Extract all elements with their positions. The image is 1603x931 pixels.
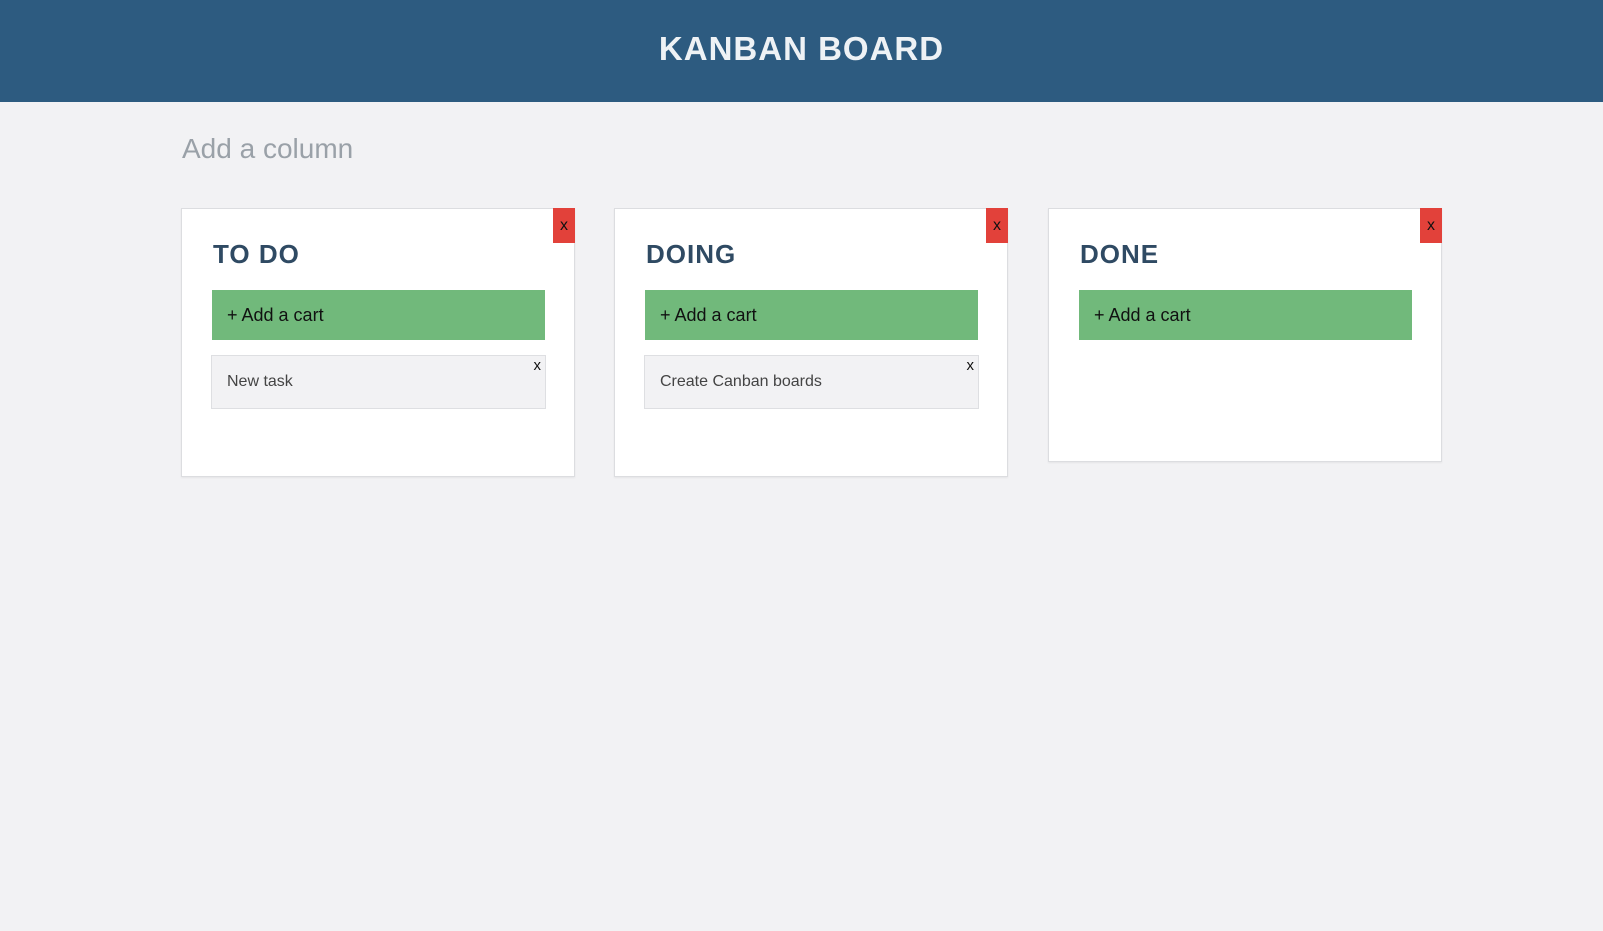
add-column-input[interactable]: [182, 133, 582, 165]
delete-card-button[interactable]: x: [967, 357, 975, 374]
app-header: KANBAN BOARD: [0, 0, 1603, 102]
column-title: TO DO: [213, 239, 300, 269]
delete-column-button[interactable]: x: [986, 208, 1008, 243]
add-card-button[interactable]: + Add a cart: [212, 290, 545, 340]
delete-column-button[interactable]: x: [1420, 208, 1442, 243]
delete-card-button[interactable]: x: [534, 357, 542, 374]
app-title: KANBAN BOARD: [658, 29, 945, 67]
column-todo: x TO DO + Add a cart New task x: [181, 208, 575, 477]
delete-column-button[interactable]: x: [553, 208, 575, 243]
card-text: Create Canban boards: [660, 373, 822, 390]
column-title: DONE: [1080, 239, 1160, 269]
column-doing: x DOING + Add a cart Create Canban board…: [614, 208, 1008, 477]
card-text: New task: [227, 373, 293, 390]
task-card[interactable]: New task x: [211, 355, 546, 409]
add-card-button[interactable]: + Add a cart: [1079, 290, 1412, 340]
task-card[interactable]: Create Canban boards x: [644, 355, 979, 409]
column-title: DOING: [646, 239, 737, 269]
column-done: x DONE + Add a cart: [1048, 208, 1442, 462]
add-card-button[interactable]: + Add a cart: [645, 290, 978, 340]
